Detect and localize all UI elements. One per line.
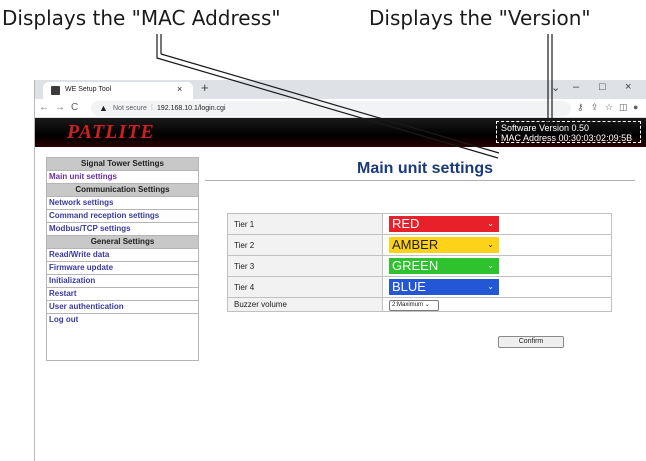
- tier-2-cell: AMBER ⌄: [382, 234, 612, 256]
- header-banner: PATLITE Software Version 0.50 MAC Addres…: [35, 118, 646, 147]
- sidebar-heading-signal-tower: Signal Tower Settings: [47, 158, 198, 171]
- sidebar-menu: Signal Tower Settings Main unit settings…: [46, 157, 199, 361]
- tier-4-label: Tier 4: [227, 276, 383, 298]
- version-info-box: Software Version 0.50 MAC Address 00:30:…: [496, 121, 641, 143]
- tier-4-value: BLUE: [392, 279, 426, 294]
- key-icon[interactable]: ⚷: [577, 102, 584, 113]
- tab-bar: WE Setup Tool × + ⌄ – □ ×: [35, 80, 646, 99]
- side-panel-icon[interactable]: ◫: [619, 102, 628, 113]
- tier-2-label: Tier 2: [227, 234, 383, 256]
- favicon-icon: [51, 86, 60, 95]
- table-row: Tier 3 GREEN ⌄: [227, 255, 612, 277]
- window-close-icon[interactable]: ×: [625, 81, 631, 93]
- page-title: Main unit settings: [357, 160, 493, 177]
- version-callout: Displays the "Version": [369, 6, 591, 30]
- software-version-text: Software Version 0.50: [501, 123, 590, 133]
- sidebar-item-initialization[interactable]: Initialization: [47, 275, 198, 288]
- title-divider: [205, 180, 635, 181]
- tier-3-label: Tier 3: [227, 255, 383, 277]
- url-text: 192.168.10.1/login.cgi: [157, 105, 226, 112]
- browser-tab[interactable]: WE Setup Tool ×: [43, 82, 193, 99]
- tab-title: WE Setup Tool: [65, 86, 112, 93]
- tier-3-color-select[interactable]: GREEN ⌄: [389, 258, 499, 274]
- main-unit-settings-table: Tier 1 RED ⌄ Tier 2 AMBER ⌄ Tier 3 GREEN ⌄ …: [227, 213, 612, 312]
- sidebar-item-firmware-update[interactable]: Firmware update: [47, 262, 198, 275]
- omnibox-separator: |: [151, 104, 153, 111]
- mac-address-text: MAC Address 00:30:03:02:09:5B: [501, 133, 633, 143]
- buzzer-volume-select[interactable]: 2:Maximum ⌄: [389, 299, 439, 311]
- new-tab-icon[interactable]: +: [201, 80, 209, 95]
- table-row: Tier 2 AMBER ⌄: [227, 234, 612, 256]
- table-row: Tier 1 RED ⌄: [227, 213, 612, 235]
- forward-arrow-icon[interactable]: →: [55, 102, 65, 113]
- buzzer-volume-value: 2:Maximum: [392, 301, 424, 308]
- bookmark-star-icon[interactable]: ☆: [605, 102, 613, 113]
- chevron-down-icon: ⌄: [487, 282, 494, 291]
- sidebar-item-command-reception[interactable]: Command reception settings: [47, 210, 198, 223]
- chevron-down-icon: ⌄: [487, 219, 494, 228]
- table-row: Buzzer volume 2:Maximum ⌄: [227, 297, 612, 312]
- security-label: Not secure: [113, 105, 147, 112]
- sidebar-heading-general: General Settings: [47, 236, 198, 249]
- tier-4-cell: BLUE ⌄: [382, 276, 612, 298]
- tier-4-color-select[interactable]: BLUE ⌄: [389, 279, 499, 295]
- tier-1-value: RED: [392, 216, 420, 231]
- confirm-button[interactable]: Confirm: [498, 336, 564, 348]
- chevron-down-icon: ⌄: [487, 261, 494, 270]
- sidebar-item-user-authentication[interactable]: User authentication: [47, 301, 198, 314]
- sidebar-item-network-settings[interactable]: Network settings: [47, 197, 198, 210]
- sidebar-item-restart[interactable]: Restart: [47, 288, 198, 301]
- sidebar-item-main-unit-settings[interactable]: Main unit settings: [47, 171, 198, 184]
- table-row: Tier 4 BLUE ⌄: [227, 276, 612, 298]
- minimize-icon[interactable]: –: [573, 81, 579, 93]
- tier-3-value: GREEN: [392, 258, 439, 273]
- mac-address-callout: Displays the "MAC Address": [2, 6, 281, 30]
- sidebar-item-read-write-data[interactable]: Read/Write data: [47, 249, 198, 262]
- profile-icon[interactable]: ●: [633, 102, 638, 112]
- back-arrow-icon[interactable]: ←: [39, 102, 49, 113]
- buzzer-volume-cell: 2:Maximum ⌄: [382, 297, 612, 312]
- address-bar: ← → C ▲ Not secure | 192.168.10.1/login.…: [35, 99, 646, 118]
- chevron-down-icon: ⌄: [424, 301, 430, 308]
- warning-triangle-icon: ▲: [99, 103, 108, 113]
- tier-2-color-select[interactable]: AMBER ⌄: [389, 237, 499, 253]
- url-omnibox[interactable]: ▲ Not secure | 192.168.10.1/login.cgi: [91, 101, 571, 116]
- chevron-down-icon: ⌄: [487, 240, 494, 249]
- tier-2-value: AMBER: [392, 237, 439, 252]
- tier-3-cell: GREEN ⌄: [382, 255, 612, 277]
- buzzer-volume-label: Buzzer volume: [227, 297, 383, 312]
- chevron-down-icon[interactable]: ⌄: [551, 81, 560, 94]
- sidebar-item-modbus-tcp[interactable]: Modbus/TCP settings: [47, 223, 198, 236]
- tier-1-cell: RED ⌄: [382, 213, 612, 235]
- sidebar-item-log-out[interactable]: Log out: [47, 314, 198, 327]
- sidebar-heading-communication: Communication Settings: [47, 184, 198, 197]
- maximize-icon[interactable]: □: [599, 81, 606, 93]
- tier-1-label: Tier 1: [227, 213, 383, 235]
- share-icon[interactable]: ⇪: [591, 102, 599, 113]
- tab-close-icon[interactable]: ×: [177, 84, 182, 94]
- tier-1-color-select[interactable]: RED ⌄: [389, 216, 499, 232]
- browser-window: WE Setup Tool × + ⌄ – □ × ← → C ▲ Not se…: [34, 80, 646, 461]
- reload-icon[interactable]: C: [71, 102, 78, 113]
- patlite-logo: PATLITE: [67, 121, 155, 143]
